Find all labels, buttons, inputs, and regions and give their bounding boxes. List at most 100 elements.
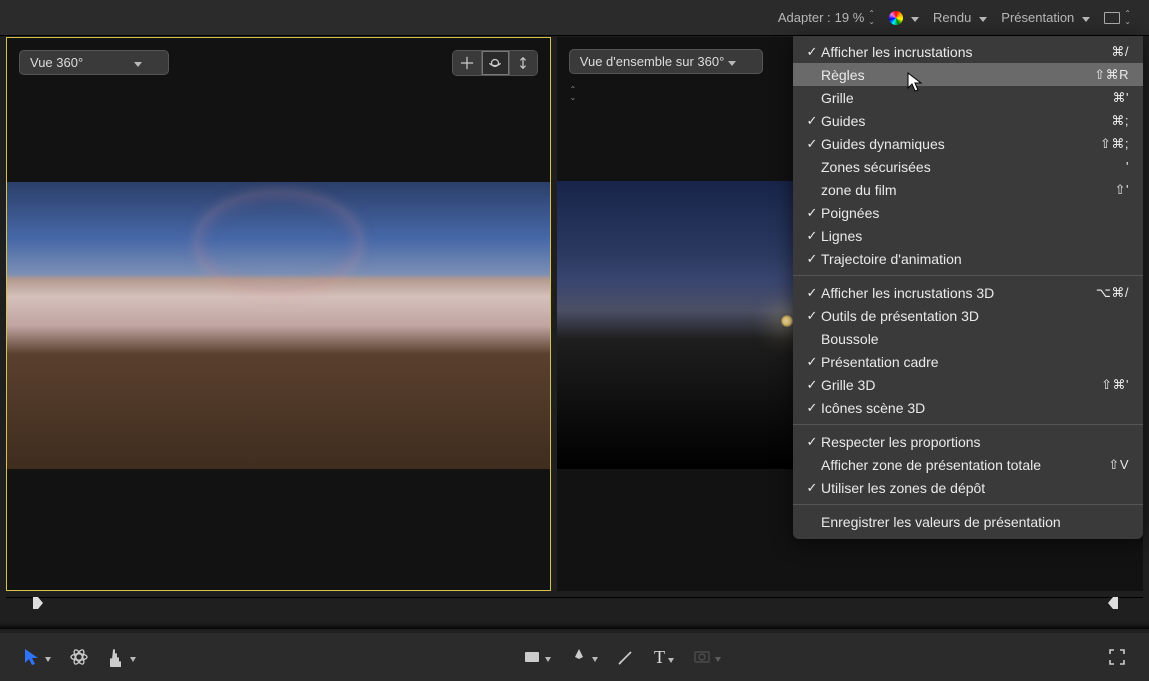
chevron-down-icon	[907, 10, 919, 25]
text-tool[interactable]: T	[654, 647, 674, 668]
menu-item-shortcut: ⌘'	[1113, 90, 1129, 106]
reorient-button[interactable]	[509, 51, 537, 75]
menu-item[interactable]: ✓Utiliser les zones de dépôt	[793, 476, 1143, 499]
shape-tool[interactable]	[522, 647, 551, 667]
menu-item-label: Respecter les proportions	[821, 434, 1129, 450]
rendu-dropdown[interactable]: Rendu	[933, 10, 987, 25]
menu-item[interactable]: ✓Guides dynamiques⇧⌘;	[793, 132, 1143, 155]
menu-item-label: Zones sécurisées	[821, 159, 1126, 175]
fullscreen-button[interactable]	[1107, 647, 1127, 667]
tools-toolbar: T	[0, 633, 1149, 681]
out-marker-icon[interactable]	[1107, 596, 1119, 610]
menu-item[interactable]: Afficher zone de présentation totale⇧V	[793, 453, 1143, 476]
menu-item-shortcut: '	[1126, 159, 1129, 174]
menu-item-label: Guides dynamiques	[821, 136, 1100, 152]
menu-item[interactable]: ✓Lignes	[793, 224, 1143, 247]
chevron-down-icon	[715, 650, 721, 665]
chevron-down-icon	[724, 54, 736, 69]
layout-stepper-icon	[1124, 10, 1131, 26]
menu-item[interactable]: ✓Outils de présentation 3D	[793, 304, 1143, 327]
main-toolbar: Adapter : 19 % Rendu Présentation	[0, 0, 1149, 36]
menu-item[interactable]: ✓Poignées	[793, 201, 1143, 224]
menu-item-shortcut: ⇧⌘;	[1100, 136, 1129, 152]
menu-item-label: Enregistrer les valeurs de présentation	[821, 514, 1129, 530]
menu-item-shortcut: ⇧V	[1108, 457, 1129, 473]
pan-tool[interactable]	[107, 647, 136, 667]
rainbow-artifact	[197, 193, 360, 292]
check-icon: ✓	[803, 251, 821, 267]
adapter-label: Adapter :	[778, 10, 831, 25]
menu-item-shortcut: ⇧⌘R	[1094, 67, 1129, 83]
viewer-left[interactable]: Vue 360°	[6, 37, 551, 591]
3d-transform-tool[interactable]	[69, 647, 89, 667]
pen-tool[interactable]	[569, 647, 598, 667]
camera-view-label: Vue d'ensemble sur 360°	[580, 54, 725, 69]
menu-item-label: Lignes	[821, 228, 1129, 244]
menu-item[interactable]: ✓Guides⌘;	[793, 109, 1143, 132]
check-icon: ✓	[803, 377, 821, 393]
menu-item[interactable]: zone du film⇧'	[793, 178, 1143, 201]
adapter-value: 19 %	[835, 10, 865, 25]
menu-item-label: Afficher les incrustations	[821, 44, 1111, 60]
orbit-rotate-button[interactable]	[481, 51, 509, 75]
check-icon: ✓	[803, 285, 821, 301]
menu-item[interactable]: Boussole	[793, 327, 1143, 350]
chevron-down-icon	[668, 647, 674, 668]
check-icon: ✓	[803, 205, 821, 221]
in-marker-icon[interactable]	[32, 596, 44, 610]
menu-item-label: Trajectoire d'animation	[821, 251, 1129, 267]
check-icon: ✓	[803, 400, 821, 416]
menu-item-label: Icônes scène 3D	[821, 400, 1129, 416]
check-icon: ✓	[803, 113, 821, 129]
menu-item-shortcut: ⌥⌘/	[1096, 285, 1129, 301]
chevron-down-icon	[545, 650, 551, 665]
check-icon: ✓	[803, 228, 821, 244]
viewer-stepper-icon[interactable]	[570, 86, 577, 102]
menu-item[interactable]: Règles⇧⌘R	[793, 63, 1143, 86]
camera-view-dropdown[interactable]: Vue d'ensemble sur 360°	[569, 49, 764, 74]
presentation-context-menu: ✓Afficher les incrustations⌘/Règles⇧⌘RGr…	[793, 36, 1143, 539]
divider	[0, 623, 1149, 629]
presentation-label: Présentation	[1001, 10, 1074, 25]
mask-tool[interactable]	[692, 647, 721, 667]
mini-timeline[interactable]	[6, 597, 1143, 625]
pan-tilt-button[interactable]	[453, 51, 481, 75]
menu-item-shortcut: ⇧'	[1115, 182, 1129, 198]
check-icon: ✓	[803, 480, 821, 496]
menu-item-label: Grille 3D	[821, 377, 1101, 393]
menu-item-shortcut: ⌘/	[1111, 44, 1129, 60]
adapter-stepper-icon	[868, 10, 875, 26]
menu-item[interactable]: ✓Icônes scène 3D	[793, 396, 1143, 419]
chevron-down-icon	[130, 650, 136, 665]
menu-item-label: Grille	[821, 90, 1113, 106]
menu-item[interactable]: ✓Trajectoire d'animation	[793, 247, 1143, 270]
check-icon: ✓	[803, 308, 821, 324]
menu-item[interactable]: ✓Afficher les incrustations⌘/	[793, 40, 1143, 63]
brush-tool[interactable]	[616, 647, 636, 667]
menu-item-label: Présentation cadre	[821, 354, 1129, 370]
color-channel-dropdown[interactable]	[889, 10, 919, 25]
menu-item[interactable]: ✓Respecter les proportions	[793, 430, 1143, 453]
menu-item-label: Outils de présentation 3D	[821, 308, 1129, 324]
select-tool[interactable]	[22, 647, 51, 667]
check-icon: ✓	[803, 354, 821, 370]
chevron-down-icon	[1078, 10, 1090, 25]
presentation-dropdown[interactable]: Présentation	[1001, 10, 1090, 25]
menu-item[interactable]: ✓Présentation cadre	[793, 350, 1143, 373]
menu-item-label: Utiliser les zones de dépôt	[821, 480, 1129, 496]
menu-item[interactable]: Zones sécurisées'	[793, 155, 1143, 178]
menu-item-label: Afficher les incrustations 3D	[821, 285, 1096, 301]
orientation-controls	[452, 50, 538, 76]
camera-view-dropdown[interactable]: Vue 360°	[19, 50, 169, 75]
menu-item[interactable]: ✓Grille 3D⇧⌘'	[793, 373, 1143, 396]
chevron-down-icon	[592, 650, 598, 665]
menu-item[interactable]: Grille⌘'	[793, 86, 1143, 109]
chevron-down-icon	[130, 55, 142, 70]
color-wheel-icon	[889, 11, 903, 25]
chevron-down-icon	[975, 10, 987, 25]
menu-item[interactable]: ✓Afficher les incrustations 3D⌥⌘/	[793, 281, 1143, 304]
rendu-label: Rendu	[933, 10, 971, 25]
menu-item[interactable]: Enregistrer les valeurs de présentation	[793, 510, 1143, 533]
adapter-control[interactable]: Adapter : 19 %	[778, 10, 875, 26]
viewer-layout-dropdown[interactable]	[1104, 10, 1131, 26]
